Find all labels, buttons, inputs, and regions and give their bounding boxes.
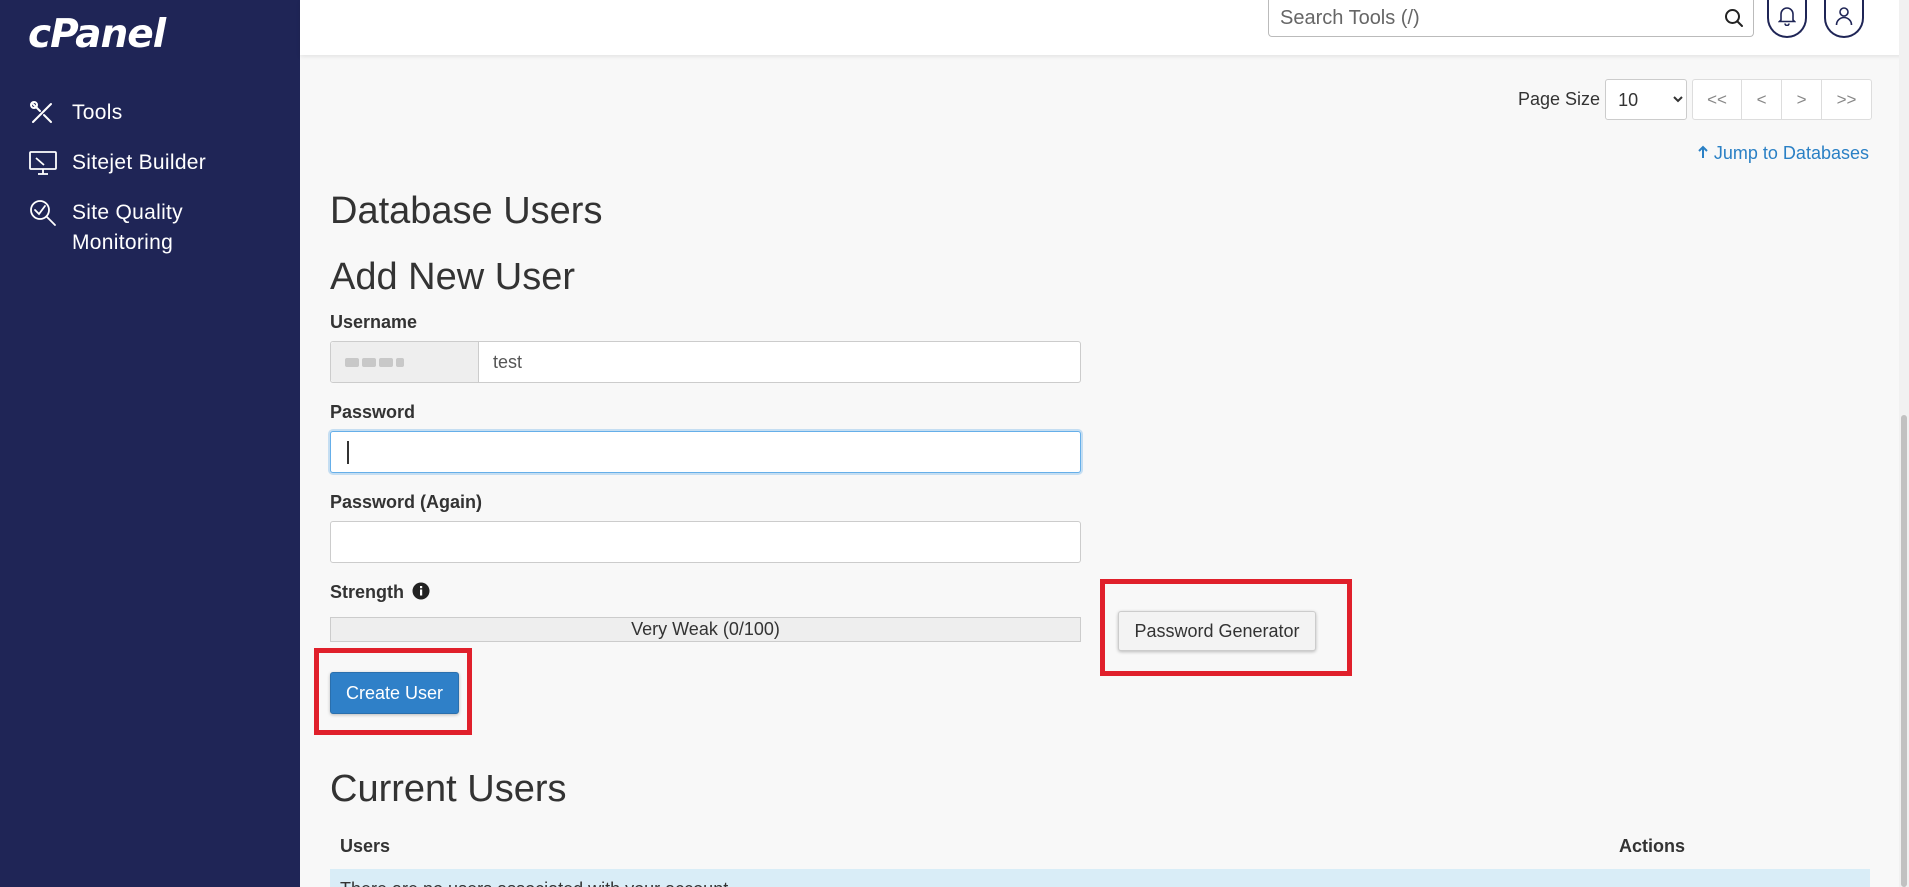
arrow-up-icon xyxy=(1697,143,1714,163)
column-header-actions: Actions xyxy=(1619,836,1686,856)
username-prefix xyxy=(331,342,479,382)
text-cursor xyxy=(347,441,349,464)
redacted-prefix xyxy=(345,357,404,367)
search-box xyxy=(1268,0,1754,37)
top-bar xyxy=(300,0,1909,55)
magnifier-check-icon xyxy=(28,198,60,228)
table-row: There are no users associated with your … xyxy=(330,869,1870,887)
highlight-box-password-generator xyxy=(1100,579,1352,676)
page-size-label: Page Size xyxy=(1518,89,1601,109)
strength-label-group: Strength xyxy=(330,582,430,605)
sidebar-nav: Tools Sitejet Builder Site Quality Monit… xyxy=(28,98,222,278)
monitor-icon xyxy=(28,148,60,178)
password-input[interactable] xyxy=(331,432,1080,472)
scrollbar[interactable] xyxy=(1899,0,1909,887)
search-icon[interactable] xyxy=(1723,7,1745,34)
info-icon[interactable] xyxy=(412,582,430,605)
strength-value: Very Weak (0/100) xyxy=(631,619,780,639)
sidebar-item-sitejet[interactable]: Sitejet Builder xyxy=(28,148,222,178)
password-again-input[interactable] xyxy=(331,522,1080,562)
username-field xyxy=(330,341,1081,383)
password-again-field xyxy=(330,521,1081,563)
jump-link-label: Jump to Databases xyxy=(1713,143,1869,163)
username-label: Username xyxy=(330,312,418,332)
column-header-users: Users xyxy=(340,836,391,856)
notifications-button[interactable] xyxy=(1767,0,1807,38)
sidebar-item-label: Tools xyxy=(72,101,123,124)
username-input[interactable] xyxy=(479,342,1080,382)
next-page-button[interactable]: > xyxy=(1782,80,1823,119)
jump-to-databases-link[interactable]: Jump to Databases xyxy=(1697,143,1869,164)
password-field xyxy=(330,431,1081,473)
sidebar-item-site-quality[interactable]: Site Quality Monitoring xyxy=(28,198,222,258)
pagination-buttons: << < > >> xyxy=(1692,79,1873,120)
page-size-select[interactable]: 10 xyxy=(1605,79,1688,120)
database-users-title: Database Users xyxy=(330,190,603,232)
highlight-box-create-user xyxy=(314,648,472,735)
add-new-user-title: Add New User xyxy=(330,256,575,298)
current-users-title: Current Users xyxy=(330,768,567,810)
pagination: Page Size 10 << < > >> xyxy=(1518,79,1873,120)
search-input[interactable] xyxy=(1280,5,1700,31)
password-again-label: Password (Again) xyxy=(330,492,483,512)
scrollbar-thumb[interactable] xyxy=(1901,415,1907,887)
user-icon xyxy=(1835,6,1853,31)
password-strength-meter: Very Weak (0/100) xyxy=(330,617,1081,642)
sidebar-item-label: Sitejet Builder xyxy=(72,151,207,174)
bell-icon xyxy=(1777,6,1797,31)
strength-label: Strength xyxy=(330,582,404,602)
sidebar-item-label: Site Quality Monitoring xyxy=(72,201,183,254)
user-menu-button[interactable] xyxy=(1824,0,1864,38)
sidebar: cPanel Tools Sitejet Builder Site Qualit… xyxy=(0,0,300,887)
sidebar-item-tools[interactable]: Tools xyxy=(28,98,222,128)
password-label: Password xyxy=(330,402,416,422)
tools-icon xyxy=(28,98,60,128)
cpanel-logo[interactable]: cPanel xyxy=(28,12,166,57)
prev-page-button[interactable]: < xyxy=(1742,80,1783,119)
first-page-button[interactable]: << xyxy=(1693,80,1743,119)
empty-table-message: There are no users associated with your … xyxy=(340,879,733,887)
last-page-button[interactable]: >> xyxy=(1822,80,1871,119)
